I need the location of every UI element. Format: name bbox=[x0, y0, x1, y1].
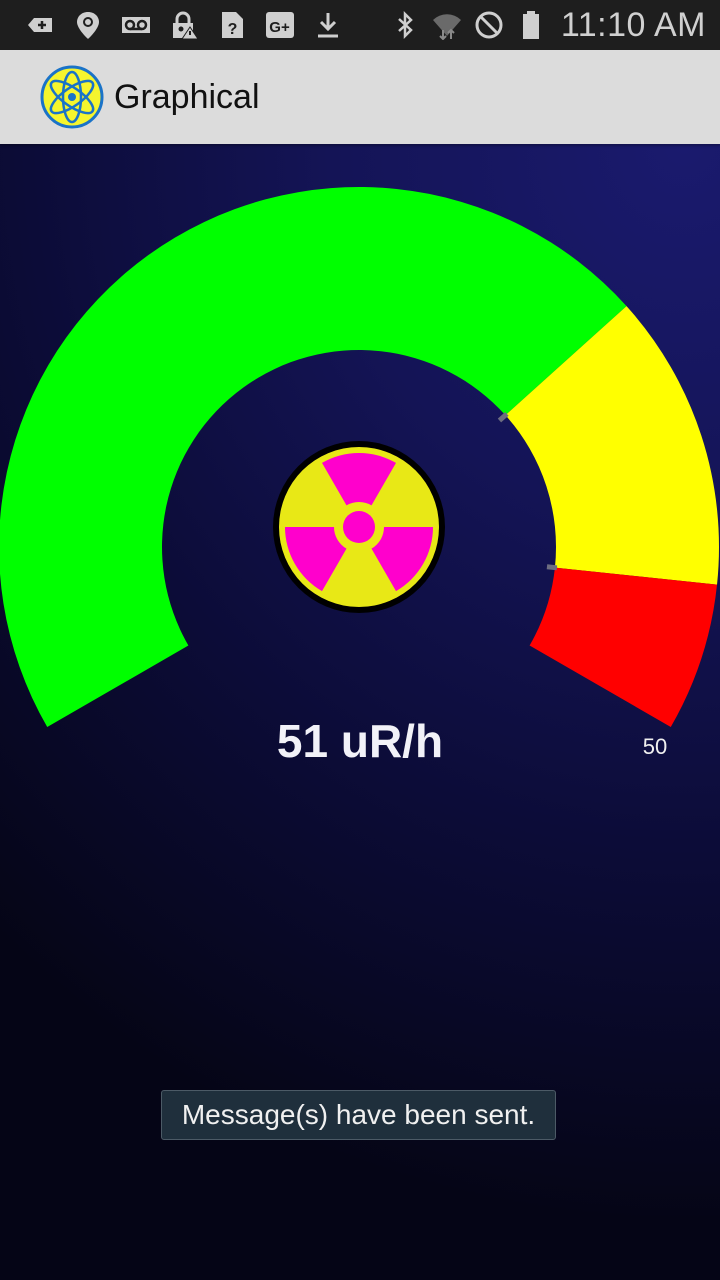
google-plus-icon: G+ bbox=[264, 9, 296, 41]
do-not-disturb-icon bbox=[473, 9, 505, 41]
svg-text:?: ? bbox=[228, 21, 238, 38]
clock: 11:10 AM bbox=[560, 5, 706, 44]
sim-unknown-icon: ? bbox=[216, 9, 248, 41]
wifi-icon bbox=[431, 9, 463, 41]
dose-rate-reading: 51 uR/h bbox=[276, 715, 444, 767]
download-icon bbox=[312, 9, 344, 41]
toast-message: Message(s) have been sent. bbox=[161, 1090, 556, 1140]
lock-warning-icon bbox=[168, 9, 200, 41]
svg-text:G+: G+ bbox=[269, 19, 290, 36]
gauge-tick-35 bbox=[497, 411, 509, 423]
gauge-screen: 51 uR/h 50 Message(s) have been sent. bbox=[0, 144, 720, 1280]
voicemail-icon bbox=[120, 9, 152, 41]
location-pin-icon bbox=[72, 9, 104, 41]
atom-radiation-logo-icon[interactable] bbox=[40, 65, 104, 129]
status-bar: ? G+ 11:10 AM bbox=[0, 0, 720, 50]
add-notification-icon bbox=[24, 9, 56, 41]
gauge-max-label: 50 bbox=[642, 734, 668, 759]
gauge-zone-danger bbox=[529, 567, 718, 727]
battery-icon bbox=[515, 9, 547, 41]
action-bar: Graphical bbox=[0, 50, 720, 144]
bluetooth-icon bbox=[389, 9, 421, 41]
app-title: Graphical bbox=[114, 77, 260, 116]
trefoil-center bbox=[343, 511, 375, 543]
radiation-trefoil-icon bbox=[273, 441, 445, 613]
gauge-tick-45 bbox=[546, 564, 558, 571]
